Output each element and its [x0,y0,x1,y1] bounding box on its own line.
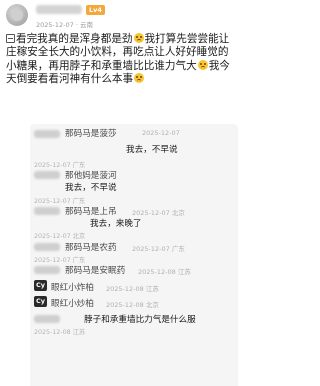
reply-meta: 2025-12-07 广东 [34,198,86,205]
smile-emoji-icon [133,33,144,43]
reply-target-name[interactable]: 那码马是安眠药 [65,264,125,276]
post-text-part1: 看完我真的是浑身都是劲 [16,33,133,45]
replier-name-blurred [34,243,60,251]
reply-target-name[interactable]: 眼红小炒柏 [51,297,94,309]
username-blurred[interactable] [36,5,82,14]
reply-meta: 2025-12-08 江苏 [34,329,86,336]
reply-target-name[interactable]: 那码马是上吊 [65,205,117,217]
avatar[interactable] [6,4,28,26]
smile-emoji-icon [134,73,145,84]
reply-time: 2025-12-07 [142,129,180,137]
reply-target-name[interactable]: 那码马是农药 [65,241,117,253]
replier-name-blurred [34,171,60,179]
reply-text: 脖子和承重墙比力气是什么服 [84,315,196,325]
replier-name-blurred [34,130,60,138]
replier-name-blurred [34,207,60,215]
reply-target-name[interactable]: 眼红小炸柏 [51,281,94,293]
reply-target-name[interactable]: 那他妈是菠河 [65,169,117,181]
reply-time: 2025-12-07 北京 [132,209,185,217]
post-header: Lv4 2025-12-07 · 云南 [6,2,236,32]
reply-time: 2025-12-08 北京 [106,301,159,309]
image-icon [6,34,15,43]
post-body: 看完我真的是浑身都是劲 我打算先尝尝能让庄稼安全长大的小饮料，再吃点让人好好睡觉的… [6,33,238,87]
user-badge: Cy [34,280,47,291]
user-badge: Cy [34,296,47,307]
reply-time: 2025-12-08 江苏 [138,268,191,276]
reply-meta: 2025-12-07 广东 [34,162,86,169]
reply-meta: 2025-12-07 广东 [34,257,86,264]
reply-area: 那码马是菠莎 2025-12-07 我去，不早说 2025-12-07 广东 那… [30,124,238,386]
reply-time: 2025-12-07 广东 [132,245,185,253]
reply-time: 2025-12-08 江苏 [106,285,159,293]
reply-target-name[interactable]: 那码马是菠莎 [65,127,117,139]
reply-text: 我去，不早说 [126,145,178,155]
post-meta: 2025-12-07 · 云南 [36,21,93,29]
reply-meta: 2025-12-07 北京 [34,233,86,240]
replier-name-blurred [34,266,60,274]
reply-text: 我去，来晚了 [90,219,142,229]
replier-name-blurred [34,315,60,323]
smile-emoji-icon [197,59,208,70]
reply-text: 我去，不早说 [65,183,117,193]
level-badge: Lv4 [86,5,105,15]
